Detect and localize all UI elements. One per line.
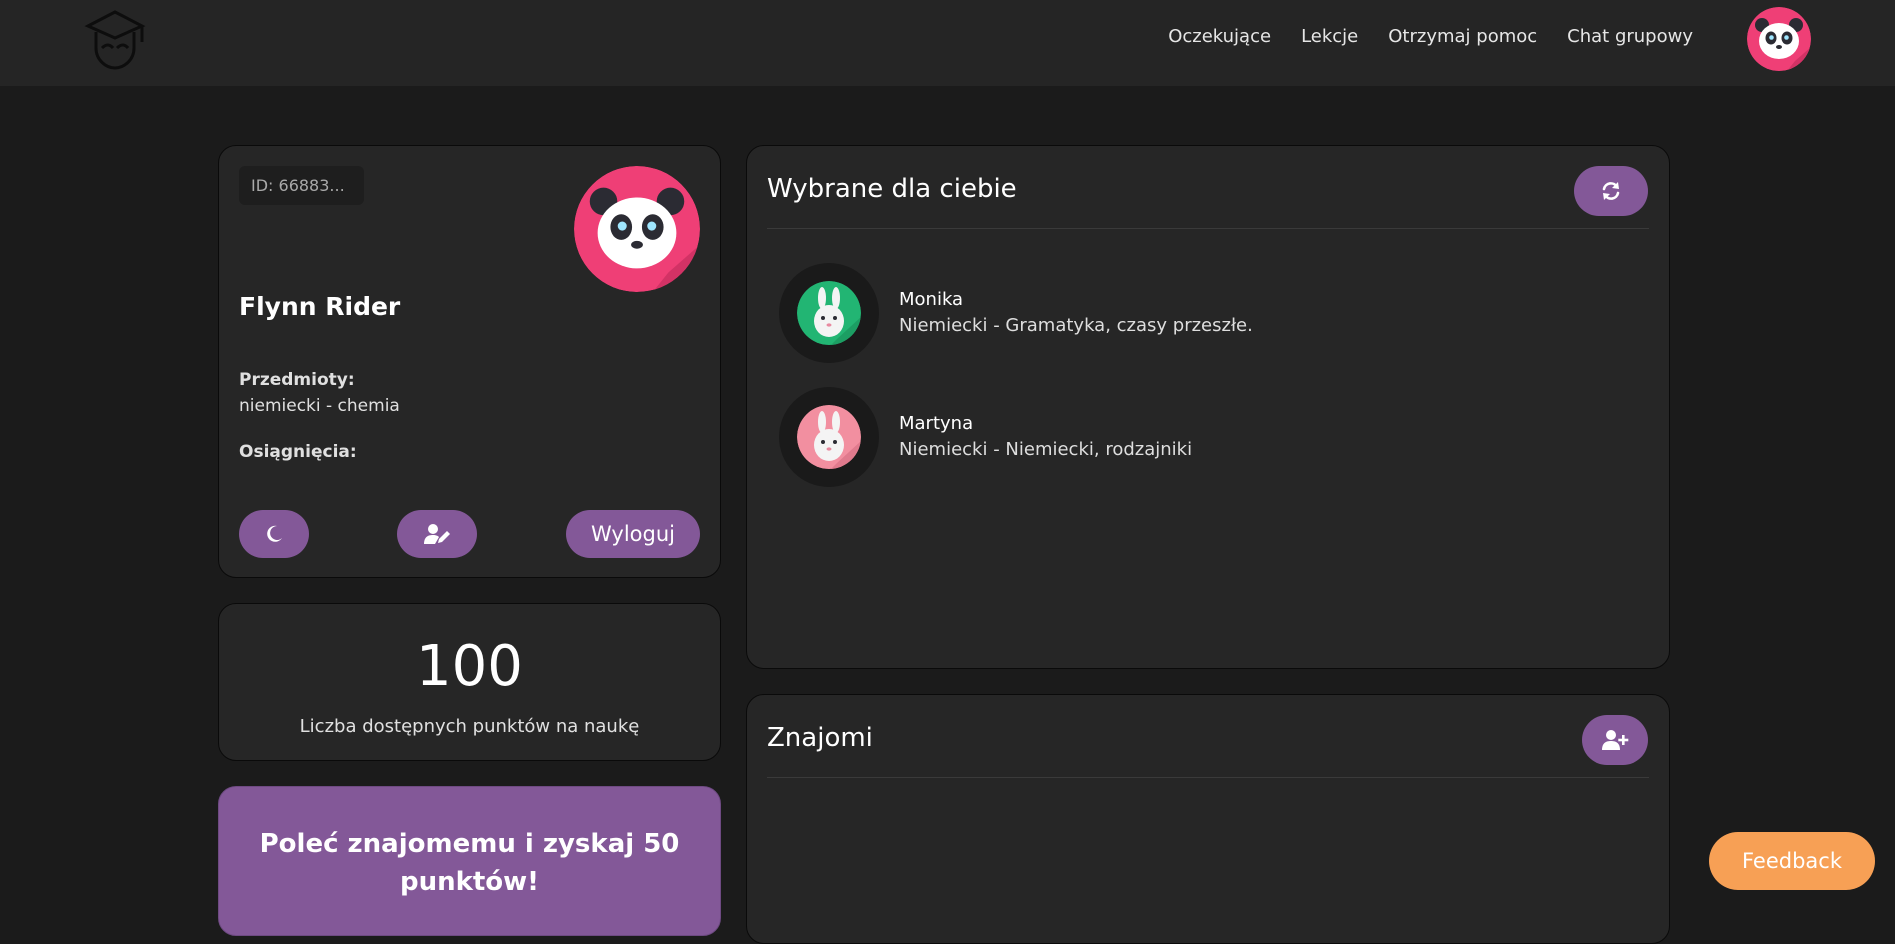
profile-avatar-panda-icon <box>574 166 700 292</box>
nav-link-lessons[interactable]: Lekcje <box>1301 26 1358 47</box>
profile-card: ID: 66883... Flynn Rider Przedmioty: nie… <box>218 145 721 578</box>
profile-name: Flynn Rider <box>239 292 401 321</box>
divider <box>767 228 1649 229</box>
logo-graduation-cap-icon[interactable] <box>82 8 148 72</box>
bunny-avatar-icon <box>797 405 861 469</box>
user-avatar-panda-icon[interactable] <box>1747 7 1811 71</box>
refer-friend-card[interactable]: Poleć znajomemu i zyskaj 50 punktów! <box>218 786 721 936</box>
feedback-button[interactable]: Feedback <box>1709 832 1875 890</box>
nav-link-group-chat[interactable]: Chat grupowy <box>1567 26 1693 47</box>
logout-button[interactable]: Wyloguj <box>566 510 700 558</box>
picked-for-you-card: Wybrane dla ciebie Monika Niemiecki - Gr <box>746 145 1670 669</box>
subjects-label: Przedmioty: <box>239 370 355 390</box>
points-label: Liczba dostępnych punktów na naukę <box>299 716 640 737</box>
friends-title: Znajomi <box>767 723 873 753</box>
divider <box>767 777 1649 778</box>
picked-for-you-title: Wybrane dla ciebie <box>767 174 1017 204</box>
points-value: 100 <box>416 634 523 699</box>
refresh-button[interactable] <box>1574 166 1648 216</box>
main-nav: Oczekujące Lekcje Otrzymaj pomoc Chat gr… <box>1168 26 1693 47</box>
dark-mode-toggle-button[interactable] <box>239 510 309 558</box>
edit-profile-button[interactable] <box>397 510 477 558</box>
user-id-chip: ID: 66883... <box>239 166 364 205</box>
person-description: Niemiecki - Gramatyka, czasy przeszłe. <box>899 315 1253 336</box>
refresh-icon <box>1602 182 1620 200</box>
person-description: Niemiecki - Niemiecki, rodzajniki <box>899 439 1193 460</box>
refer-friend-text: Poleć znajomemu i zyskaj 50 punktów! <box>259 829 680 897</box>
list-item[interactable]: Monika Niemiecki - Gramatyka, czasy prze… <box>779 263 1639 363</box>
user-plus-icon <box>1602 730 1629 750</box>
bunny-avatar-icon <box>797 281 861 345</box>
points-card: 100 Liczba dostępnych punktów na naukę <box>218 603 721 761</box>
friends-card: Znajomi <box>746 694 1670 944</box>
achievements-label: Osiągnięcia: <box>239 442 357 462</box>
moon-icon <box>267 525 282 542</box>
nav-link-get-help[interactable]: Otrzymaj pomoc <box>1388 26 1537 47</box>
subjects-value: niemiecki - chemia <box>239 396 400 416</box>
user-edit-icon <box>424 524 450 544</box>
nav-link-pending[interactable]: Oczekujące <box>1168 26 1271 47</box>
list-item[interactable]: Martyna Niemiecki - Niemiecki, rodzajnik… <box>779 387 1639 487</box>
person-name: Martyna <box>899 413 974 434</box>
top-navigation-bar: Oczekujące Lekcje Otrzymaj pomoc Chat gr… <box>0 0 1895 86</box>
person-name: Monika <box>899 289 964 310</box>
add-friend-button[interactable] <box>1582 715 1648 765</box>
